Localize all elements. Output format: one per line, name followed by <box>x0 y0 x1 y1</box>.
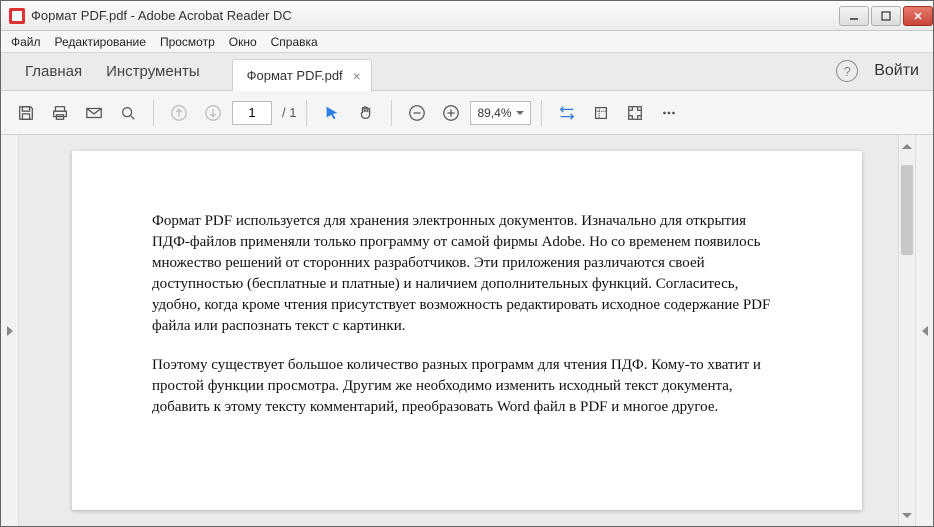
separator <box>306 100 307 126</box>
next-page-icon[interactable] <box>198 98 228 128</box>
separator <box>391 100 392 126</box>
paragraph-1: Формат PDF используется для хранения эле… <box>152 211 782 337</box>
scroll-down-icon[interactable] <box>899 509 915 526</box>
fit-page-icon[interactable] <box>586 98 616 128</box>
menu-view[interactable]: Просмотр <box>160 35 215 49</box>
app-icon <box>9 8 25 24</box>
document-viewport[interactable]: Формат PDF используется для хранения эле… <box>19 135 915 526</box>
tab-document[interactable]: Формат PDF.pdf × <box>232 59 372 91</box>
menu-window[interactable]: Окно <box>229 35 257 49</box>
prev-page-icon[interactable] <box>164 98 194 128</box>
right-panel-toggle[interactable] <box>915 135 933 526</box>
minimize-button[interactable] <box>839 6 869 26</box>
tab-bar: Главная Инструменты Формат PDF.pdf × ? В… <box>1 53 933 91</box>
zoom-out-icon[interactable] <box>402 98 432 128</box>
app-window: Формат PDF.pdf - Adobe Acrobat Reader DC… <box>0 0 934 527</box>
vertical-scrollbar[interactable] <box>898 135 915 526</box>
hand-tool-icon[interactable] <box>351 98 381 128</box>
tab-document-label: Формат PDF.pdf <box>247 68 343 83</box>
menu-bar: Файл Редактирование Просмотр Окно Справк… <box>1 31 933 53</box>
help-icon[interactable]: ? <box>836 60 858 82</box>
window-controls <box>837 6 933 26</box>
search-icon[interactable] <box>113 98 143 128</box>
separator <box>541 100 542 126</box>
title-bar: Формат PDF.pdf - Adobe Acrobat Reader DC <box>1 1 933 31</box>
close-button[interactable] <box>903 6 933 26</box>
menu-help[interactable]: Справка <box>271 35 318 49</box>
menu-file[interactable]: Файл <box>11 35 41 49</box>
maximize-button[interactable] <box>871 6 901 26</box>
tab-close-icon[interactable]: × <box>353 68 361 84</box>
tab-home[interactable]: Главная <box>13 52 94 90</box>
content-area: Формат PDF используется для хранения эле… <box>1 135 933 526</box>
scroll-thumb[interactable] <box>901 165 913 255</box>
page-total-label: / 1 <box>282 105 296 120</box>
scroll-up-icon[interactable] <box>899 135 915 152</box>
pdf-page: Формат PDF используется для хранения эле… <box>72 151 862 510</box>
fit-width-icon[interactable] <box>552 98 582 128</box>
selection-tool-icon[interactable] <box>317 98 347 128</box>
zoom-in-icon[interactable] <box>436 98 466 128</box>
toolbar: / 1 89,4% <box>1 91 933 135</box>
zoom-value: 89,4% <box>477 106 511 120</box>
menu-edit[interactable]: Редактирование <box>55 35 146 49</box>
print-icon[interactable] <box>45 98 75 128</box>
signin-button[interactable]: Войти <box>874 62 919 80</box>
zoom-select[interactable]: 89,4% <box>470 101 530 125</box>
separator <box>153 100 154 126</box>
more-tools-icon[interactable] <box>654 98 684 128</box>
email-icon[interactable] <box>79 98 109 128</box>
save-icon[interactable] <box>11 98 41 128</box>
fullscreen-icon[interactable] <box>620 98 650 128</box>
tab-tools[interactable]: Инструменты <box>94 52 212 90</box>
left-panel-toggle[interactable] <box>1 135 19 526</box>
paragraph-2: Поэтому существует большое количество ра… <box>152 355 782 418</box>
page-number-input[interactable] <box>232 101 272 125</box>
window-title: Формат PDF.pdf - Adobe Acrobat Reader DC <box>31 8 292 23</box>
